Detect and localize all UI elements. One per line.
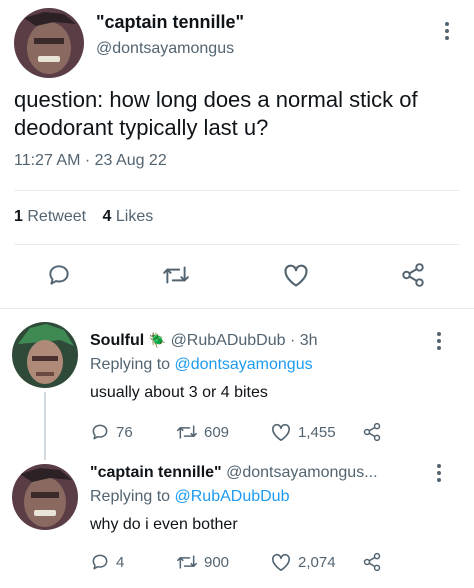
- reply-icon: [92, 424, 108, 440]
- retweet-icon: [177, 425, 197, 439]
- reply-2-header: "captain tennille" @dontsayamongus...: [90, 464, 378, 482]
- like-button[interactable]: 2,074: [270, 552, 336, 572]
- main-display-name[interactable]: "captain tennille": [96, 12, 244, 33]
- main-tweet-time: 11:27 AM: [14, 152, 81, 169]
- retweet-count: 900: [204, 553, 230, 571]
- likes-count: 4: [102, 208, 112, 225]
- thread-line: [44, 392, 46, 460]
- retweet-stat[interactable]: 1 Retweet: [14, 208, 91, 225]
- more-icon[interactable]: [436, 332, 442, 353]
- share-icon: [363, 422, 381, 442]
- avatar-reply-1[interactable]: [12, 322, 78, 388]
- reply-2-text: why do i even bother: [90, 516, 238, 533]
- avatar-reply-2[interactable]: [12, 464, 78, 530]
- like-button[interactable]: [282, 262, 310, 288]
- likes-stat[interactable]: 4 Likes: [103, 208, 154, 225]
- like-icon: [284, 264, 308, 287]
- reply-1-replying-to: Replying to @dontsayamongus: [90, 356, 313, 374]
- reply-1-badge: 🪲: [148, 332, 167, 348]
- like-button[interactable]: 1,455: [270, 422, 336, 442]
- reply-2-handle[interactable]: @dontsayamongus...: [226, 464, 377, 481]
- reply-1-text: usually about 3 or 4 bites: [90, 384, 268, 401]
- reply-1-handle[interactable]: @RubADubDub: [171, 332, 286, 349]
- reply-button[interactable]: 76: [90, 422, 133, 442]
- reply-1-display-name[interactable]: Soulful: [90, 332, 144, 349]
- more-icon[interactable]: [444, 22, 450, 43]
- divider: [14, 244, 460, 245]
- replying-to-handle[interactable]: @RubADubDub: [175, 488, 290, 505]
- reply-icon: [49, 265, 69, 285]
- retweet-icon: [177, 555, 197, 569]
- reply-2-replying-to: Replying to @RubADubDub: [90, 488, 289, 506]
- divider: [14, 190, 460, 191]
- share-button[interactable]: [362, 552, 382, 572]
- like-count: 1,455: [298, 423, 336, 441]
- retweet-count: 609: [204, 423, 230, 441]
- divider: [0, 308, 474, 309]
- retweet-button[interactable]: 900: [176, 552, 229, 572]
- main-tweet-date: 23 Aug 22: [94, 152, 167, 169]
- reply-button[interactable]: [46, 262, 72, 288]
- retweet-count: 1: [14, 208, 23, 225]
- main-handle[interactable]: @dontsayamongus: [96, 40, 234, 58]
- avatar-main[interactable]: [14, 8, 84, 78]
- likes-label: Likes: [115, 208, 154, 225]
- retweet-label: Retweet: [27, 208, 87, 225]
- like-icon: [272, 553, 290, 571]
- reply-icon: [92, 554, 108, 570]
- like-icon: [272, 423, 290, 441]
- like-count: 2,074: [298, 553, 336, 571]
- share-icon: [402, 263, 424, 287]
- reply-1-header: Soulful 🪲 @RubADubDub · 3h: [90, 332, 318, 350]
- replying-to-handle[interactable]: @dontsayamongus: [175, 356, 313, 373]
- replying-to-label: Replying to: [90, 488, 171, 505]
- reply-count: 76: [116, 423, 133, 441]
- reply-2-display-name[interactable]: "captain tennille": [90, 464, 222, 481]
- main-tweet-timestamp: 11:27 AM · 23 Aug 22: [14, 152, 167, 170]
- replying-to-label: Replying to: [90, 356, 171, 373]
- reply-count: 4: [116, 553, 125, 571]
- retweet-icon: [163, 266, 189, 284]
- timestamp-separator: ·: [84, 152, 91, 169]
- reply-1-separator: ·: [289, 332, 296, 349]
- share-button[interactable]: [400, 262, 426, 288]
- main-tweet-text: question: how long does a normal stick o…: [14, 87, 418, 140]
- reply-button[interactable]: 4: [90, 552, 124, 572]
- reply-1-time[interactable]: 3h: [300, 332, 318, 349]
- share-button[interactable]: [362, 422, 382, 442]
- more-icon[interactable]: [436, 464, 442, 485]
- retweet-button[interactable]: [162, 262, 190, 288]
- retweet-button[interactable]: 609: [176, 422, 229, 442]
- share-icon: [363, 552, 381, 572]
- tweet-stats: 1 Retweet 4 Likes: [14, 208, 153, 226]
